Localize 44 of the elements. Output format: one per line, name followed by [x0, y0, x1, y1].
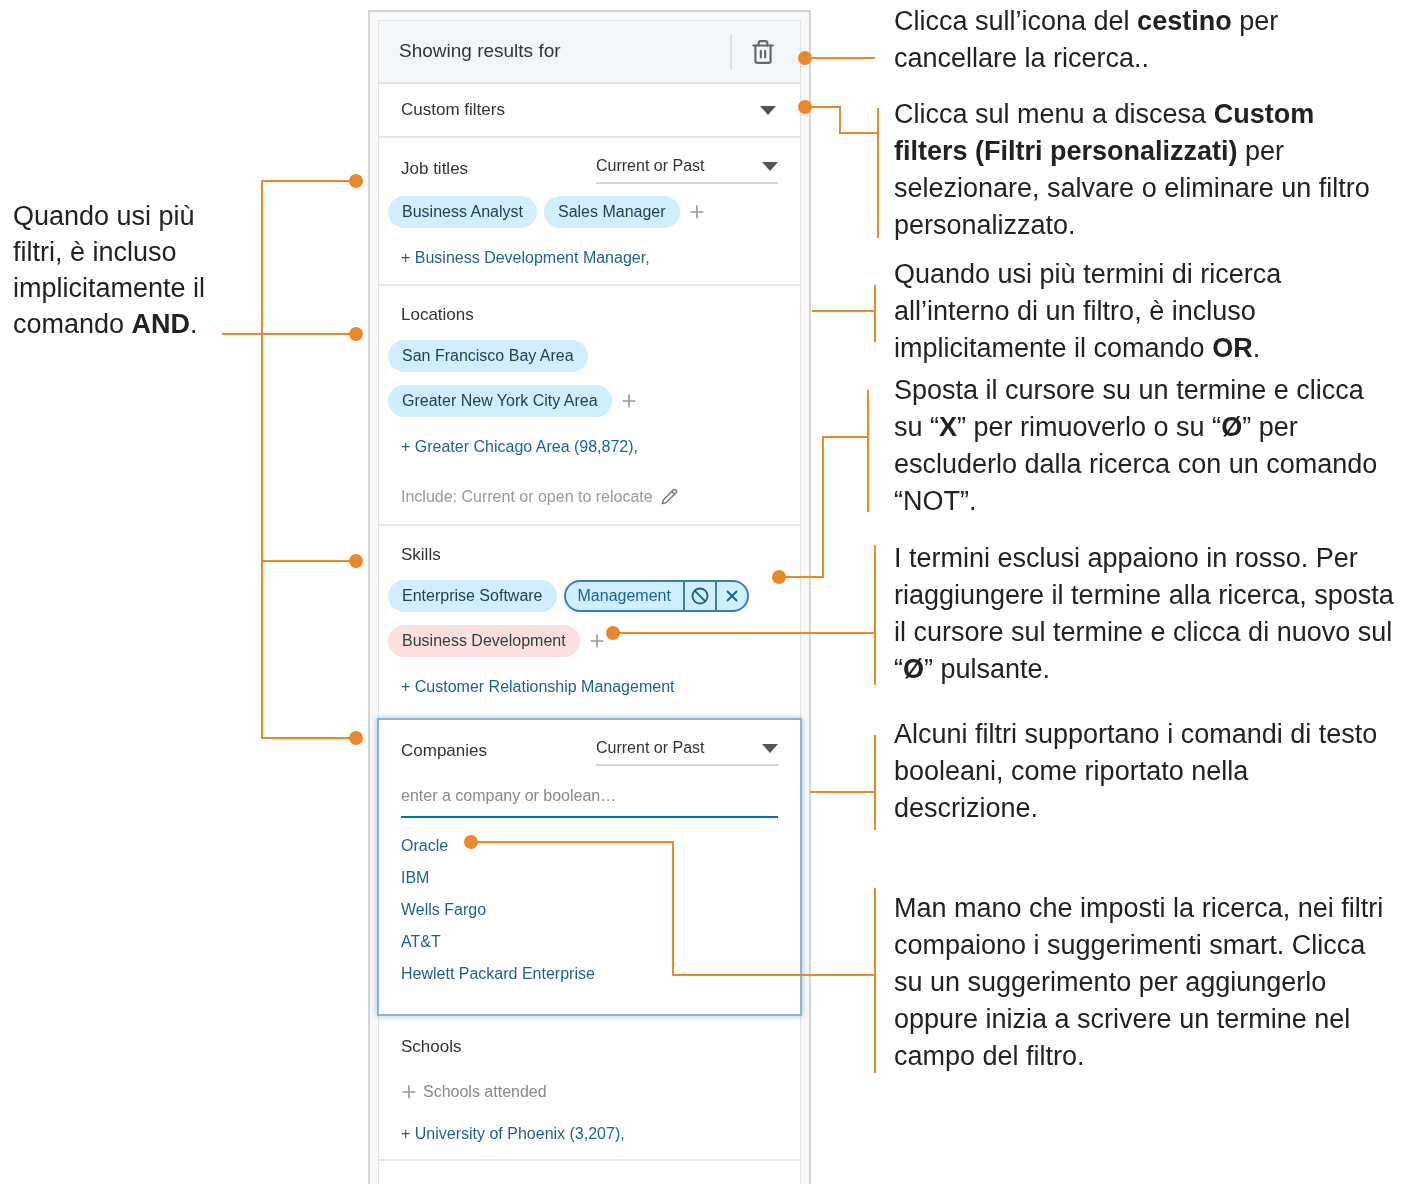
caret-icon	[762, 743, 778, 753]
excluded-chip[interactable]: Business Development	[388, 624, 580, 657]
annotation-text: Quando usi più filtri, è incluso implicitamente il comando AND.	[13, 200, 207, 341]
annotation-text: Clicca sul menu a discesa Custom filters (Filtri personalizzati) per selezionare, salvare o eliminare un filtro personalizzato.	[894, 98, 1371, 242]
suggestion-link[interactable]: AT&T	[401, 930, 441, 953]
annotation-text: Man mano che imposti la ricerca, nei filtri compaiono i suggerimenti smart. Clicca su un suggerimento per aggiungerlo oppure inizia a scrivere un termine nel campo del filtro.	[894, 892, 1385, 1073]
annotation-text: Sposta il cursore su un termine e clicca su “X” per rimuoverlo o su “Ø” per escluderlo dalla ricerca con un comando “NOT”.	[894, 374, 1379, 518]
suggestion-link[interactable]: IBM	[401, 866, 430, 889]
header-title: Showing results for	[399, 39, 561, 64]
relocation-note: Include: Current or open to relocate	[401, 486, 653, 507]
section-title: Locations	[401, 304, 474, 326]
section-title: Job titles	[401, 158, 469, 181]
hovered-skill-chip[interactable]: Management	[563, 579, 749, 612]
company-input-field[interactable]: enter a company or boolean…	[401, 784, 778, 818]
dropdown[interactable]: Current or Past	[596, 154, 778, 184]
section-title: Schools	[401, 1036, 462, 1058]
section-title: Skills	[401, 544, 441, 566]
dropdown[interactable]: Current or Past	[596, 736, 778, 766]
suggestion-link[interactable]: + Greater Chicago Area (98,872),	[401, 434, 778, 459]
section-title: Companies	[401, 740, 487, 763]
caret-icon	[760, 105, 776, 115]
filter-chip[interactable]: San Francisco Bay Area	[388, 339, 588, 372]
annotation-text: Quando usi più termini di ricerca all’interno di un filtro, è incluso implicitamente il comando OR.	[894, 258, 1283, 365]
suggestion-link[interactable]: + Business Development Manager,	[401, 246, 778, 270]
filter-chip[interactable]: Business Analyst	[388, 196, 537, 228]
filter-chip[interactable]: Greater New York City Area	[388, 384, 612, 417]
suggestion-link[interactable]: + Customer Relationship Management	[401, 674, 778, 699]
caret-icon	[762, 161, 778, 171]
annotation-text: I termini esclusi appaiono in rosso. Per riaggiungere il termine alla ricerca, sposta il cursore sul termine e clicca di nuovo sul “Ø” pulsante.	[894, 542, 1394, 686]
annotation-text: Alcuni filtri supportano i comandi di testo booleani, come riportato nella descrizione.	[894, 718, 1379, 825]
add-school-button[interactable]: Schools attended	[399, 1079, 547, 1104]
suggestion-link[interactable]: + University of Phoenix (3,207),	[401, 1121, 778, 1146]
suggestion-link[interactable]: Oracle	[401, 834, 449, 857]
leader-line	[811, 284, 876, 343]
filter-chip[interactable]: Enterprise Software	[388, 579, 557, 612]
chip-label: Management	[576, 585, 672, 606]
annotation-text: Clicca sull’icona del cestino per cancellare la ricerca..	[894, 5, 1280, 75]
suggestion-link[interactable]: Wells Fargo	[401, 898, 487, 921]
trash-icon	[750, 38, 776, 65]
ban-icon	[690, 586, 709, 605]
edit-icon	[660, 488, 678, 505]
suggestion-link[interactable]: Hewlett Packard Enterprise	[401, 962, 595, 985]
filter-chip[interactable]: Sales Manager	[543, 196, 680, 228]
custom-filters-dropdown[interactable]: Custom filters	[379, 84, 800, 136]
